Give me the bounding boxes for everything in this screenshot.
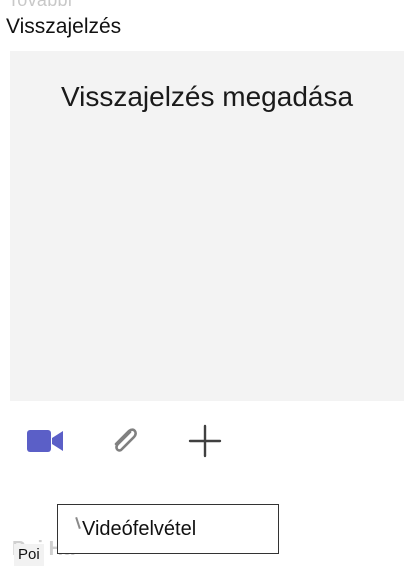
feedback-title: Visszajelzés (6, 15, 122, 38)
video-camera-icon (27, 430, 63, 452)
video-recording-tooltip: Videófelvétel (57, 504, 279, 554)
background-text-top: További (8, 0, 73, 10)
record-video-button[interactable] (24, 420, 66, 462)
add-button[interactable] (184, 420, 226, 462)
attach-file-button[interactable] (104, 420, 146, 462)
cursor-mark (75, 516, 81, 530)
feedback-toolbar (24, 420, 226, 462)
poi-chip: Poi (14, 544, 44, 566)
feedback-placeholder: Visszajelzés megadása (60, 81, 354, 112)
plus-icon (188, 424, 222, 458)
paperclip-icon (114, 428, 137, 452)
tooltip-text: Videófelvétel (82, 517, 197, 540)
feedback-input[interactable]: Visszajelzés megadása (10, 51, 404, 401)
